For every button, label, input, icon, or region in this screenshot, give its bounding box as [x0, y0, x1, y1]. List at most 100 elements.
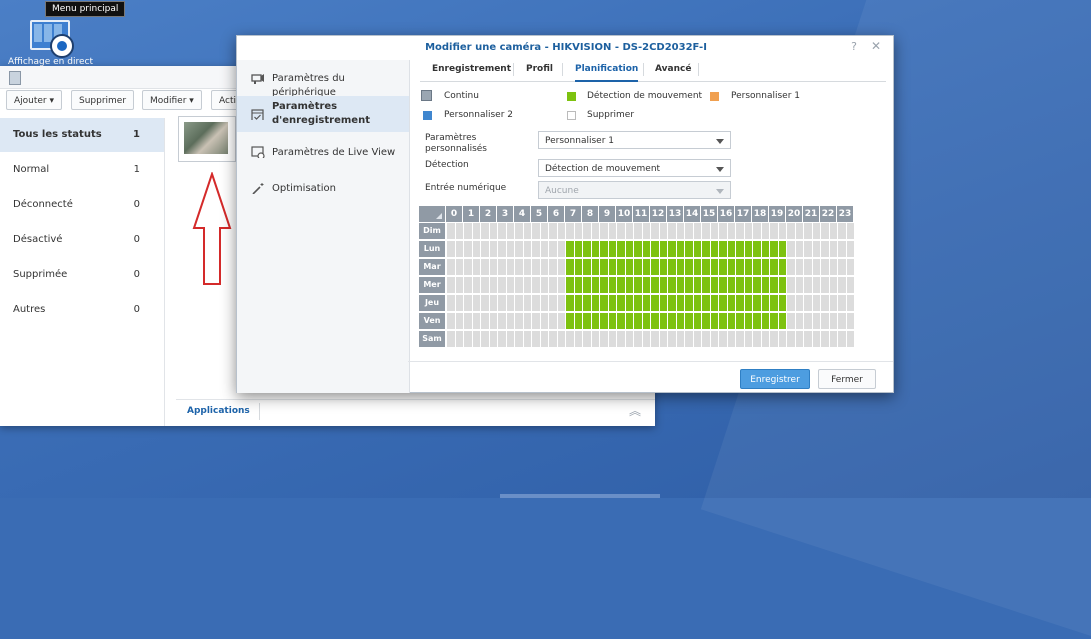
- schedule-cell[interactable]: [642, 295, 650, 311]
- schedule-cell[interactable]: [557, 259, 565, 275]
- schedule-cell[interactable]: [812, 223, 820, 239]
- schedule-cell[interactable]: [464, 331, 472, 347]
- schedule-cell[interactable]: [574, 313, 582, 329]
- schedule-cell[interactable]: [744, 313, 752, 329]
- schedule-day-header[interactable]: Mar: [419, 259, 445, 275]
- tab-applications[interactable]: Applications: [178, 403, 260, 420]
- nav-optimization[interactable]: Optimisation: [237, 176, 409, 202]
- schedule-cell[interactable]: [583, 331, 591, 347]
- schedule-cell[interactable]: [498, 241, 506, 257]
- schedule-cell[interactable]: [702, 259, 710, 275]
- schedule-hour-header[interactable]: 13: [667, 206, 683, 222]
- schedule-hour-header[interactable]: 0: [446, 206, 462, 222]
- schedule-cell[interactable]: [591, 259, 599, 275]
- schedule-cell[interactable]: [481, 295, 489, 311]
- schedule-cell[interactable]: [481, 223, 489, 239]
- schedule-cell[interactable]: [608, 241, 616, 257]
- schedule-cell[interactable]: [455, 295, 463, 311]
- nav-live-view-settings[interactable]: Paramètres de Live View: [237, 140, 409, 166]
- schedule-cell[interactable]: [702, 223, 710, 239]
- schedule-cell[interactable]: [481, 259, 489, 275]
- schedule-cell[interactable]: [659, 241, 667, 257]
- schedule-cell[interactable]: [846, 295, 854, 311]
- schedule-cell[interactable]: [668, 241, 676, 257]
- schedule-cell[interactable]: [617, 295, 625, 311]
- schedule-cell[interactable]: [515, 295, 523, 311]
- schedule-cell[interactable]: [710, 295, 718, 311]
- schedule-cell[interactable]: [464, 259, 472, 275]
- schedule-cell[interactable]: [464, 223, 472, 239]
- schedule-cell[interactable]: [591, 331, 599, 347]
- schedule-cell[interactable]: [812, 241, 820, 257]
- schedule-cell[interactable]: [532, 313, 540, 329]
- custom2-swatch[interactable]: [423, 111, 432, 120]
- schedule-cell[interactable]: [795, 295, 803, 311]
- schedule-cell[interactable]: [447, 241, 455, 257]
- schedule-cell[interactable]: [608, 295, 616, 311]
- schedule-cell[interactable]: [583, 223, 591, 239]
- schedule-cell[interactable]: [710, 277, 718, 293]
- schedule-cell[interactable]: [549, 295, 557, 311]
- schedule-cell[interactable]: [515, 223, 523, 239]
- schedule-cell[interactable]: [753, 295, 761, 311]
- schedule-cell[interactable]: [642, 331, 650, 347]
- schedule-cell[interactable]: [770, 223, 778, 239]
- schedule-cell[interactable]: [651, 223, 659, 239]
- schedule-cell[interactable]: [498, 277, 506, 293]
- schedule-cell[interactable]: [583, 277, 591, 293]
- schedule-cell[interactable]: [719, 331, 727, 347]
- schedule-cell[interactable]: [778, 241, 786, 257]
- delete-swatch[interactable]: [567, 111, 576, 120]
- schedule-cell[interactable]: [489, 259, 497, 275]
- schedule-cell[interactable]: [481, 331, 489, 347]
- add-button[interactable]: Ajouter ▾: [6, 90, 63, 110]
- schedule-cell[interactable]: [557, 277, 565, 293]
- schedule-cell[interactable]: [557, 241, 565, 257]
- schedule-cell[interactable]: [515, 241, 523, 257]
- schedule-cell[interactable]: [838, 295, 846, 311]
- schedule-cell[interactable]: [634, 313, 642, 329]
- schedule-hour-header[interactable]: 22: [820, 206, 836, 222]
- schedule-cell[interactable]: [829, 331, 837, 347]
- schedule-cell[interactable]: [659, 277, 667, 293]
- schedule-cell[interactable]: [787, 223, 795, 239]
- schedule-cell[interactable]: [744, 259, 752, 275]
- schedule-hour-header[interactable]: 16: [718, 206, 734, 222]
- schedule-cell[interactable]: [795, 223, 803, 239]
- schedule-cell[interactable]: [812, 277, 820, 293]
- schedule-cell[interactable]: [549, 331, 557, 347]
- schedule-cell[interactable]: [489, 331, 497, 347]
- schedule-cell[interactable]: [838, 277, 846, 293]
- schedule-cell[interactable]: [600, 241, 608, 257]
- schedule-cell[interactable]: [846, 259, 854, 275]
- schedule-hour-header[interactable]: 11: [633, 206, 649, 222]
- schedule-cell[interactable]: [676, 313, 684, 329]
- schedule-day-header[interactable]: Sam: [419, 331, 445, 347]
- schedule-cell[interactable]: [693, 295, 701, 311]
- tab-profile[interactable]: Profil: [526, 59, 553, 80]
- schedule-cell[interactable]: [710, 259, 718, 275]
- schedule-cell[interactable]: [472, 313, 480, 329]
- schedule-cell[interactable]: [566, 241, 574, 257]
- schedule-cell[interactable]: [710, 313, 718, 329]
- schedule-cell[interactable]: [523, 313, 531, 329]
- status-item-all[interactable]: Tous les statuts 1: [0, 118, 164, 152]
- schedule-day-header[interactable]: Mer: [419, 277, 445, 293]
- schedule-cell[interactable]: [761, 277, 769, 293]
- schedule-cell[interactable]: [566, 223, 574, 239]
- schedule-cell[interactable]: [829, 313, 837, 329]
- schedule-cell[interactable]: [668, 223, 676, 239]
- schedule-cell[interactable]: [447, 331, 455, 347]
- schedule-hour-header[interactable]: 21: [803, 206, 819, 222]
- schedule-cell[interactable]: [574, 331, 582, 347]
- schedule-cell[interactable]: [838, 223, 846, 239]
- schedule-cell[interactable]: [770, 313, 778, 329]
- schedule-cell[interactable]: [693, 259, 701, 275]
- schedule-cell[interactable]: [532, 277, 540, 293]
- schedule-cell[interactable]: [455, 223, 463, 239]
- schedule-hour-header[interactable]: 4: [514, 206, 530, 222]
- schedule-cell[interactable]: [600, 259, 608, 275]
- schedule-cell[interactable]: [787, 313, 795, 329]
- schedule-cell[interactable]: [787, 259, 795, 275]
- schedule-cell[interactable]: [591, 295, 599, 311]
